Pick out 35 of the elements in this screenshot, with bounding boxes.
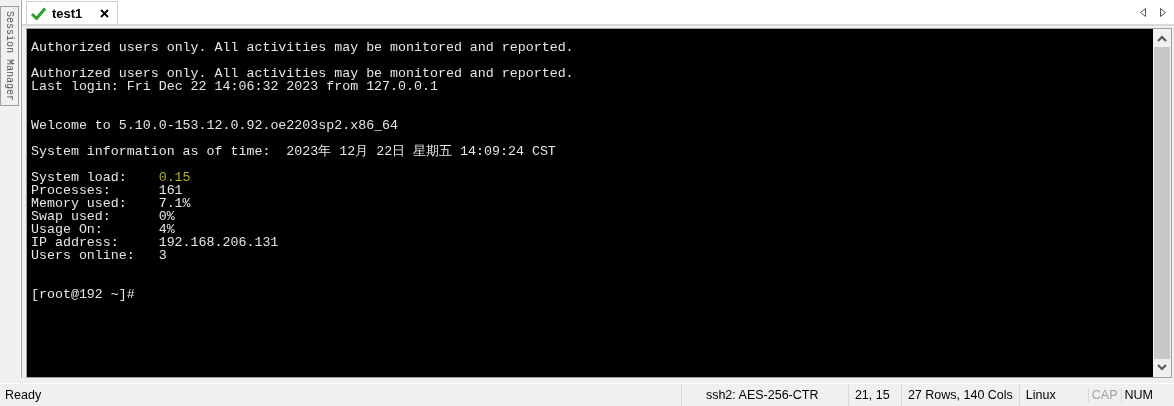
terminal-line: Authorized users only. All activities may be monitored and reported.	[31, 40, 574, 55]
terminal-line: Welcome to 5.10.0-153.12.0.92.oe2203sp2.x86_64	[31, 118, 399, 133]
status-message: Ready	[4, 387, 43, 404]
scroll-up-icon[interactable]	[1157, 35, 1167, 43]
cursor-position: 21, 15	[847, 384, 901, 406]
stat-value: 0%	[158, 209, 175, 224]
key-indicator: NUM	[1120, 388, 1156, 402]
scroll-left-icon[interactable]	[1140, 7, 1146, 17]
stat-label: Users online:	[31, 249, 136, 262]
stat-value: 4%	[158, 222, 175, 237]
stat-value: 3	[158, 248, 167, 263]
stat-value: 161	[158, 183, 183, 198]
os-type: Linux	[1018, 384, 1088, 406]
key-indicator: CAP	[1087, 388, 1121, 402]
stat-label: Usage On:	[31, 223, 103, 236]
stat-label: Processes:	[31, 184, 112, 197]
scroll-right-icon[interactable]	[1160, 7, 1166, 17]
terminal-line: Authorized users only. All activities may be monitored and reported.	[31, 66, 574, 81]
stat-value: 0.15	[158, 170, 191, 185]
session-tab[interactable]: test1	[26, 1, 119, 24]
session-manager-tab[interactable]: Session Manager	[0, 6, 19, 106]
terminal-line: Last login: Fri Dec 22 14:06:32 2023 from 127.0.0.1	[31, 79, 438, 94]
stat-label: System load:	[31, 171, 128, 184]
stat-label: Memory used:	[31, 197, 128, 210]
stat-label: IP address:	[31, 236, 120, 249]
terminal-screen[interactable]	[27, 29, 1153, 377]
stat-value: 7.1%	[158, 196, 191, 211]
stat-label: Swap used:	[31, 210, 112, 223]
cipher-info: ssh2: AES-256-CTR	[680, 384, 848, 406]
close-icon[interactable]	[100, 8, 110, 18]
scroll-down-icon[interactable]	[1157, 363, 1167, 371]
terminal-line: [root@192 ~]#	[31, 287, 135, 302]
terminal-line: System information as of time: 2023年 12月 22日 星期五 14:09:24 CST	[31, 144, 556, 159]
terminal-size: 27 Rows, 140 Cols	[900, 384, 1019, 406]
stat-value: 192.168.206.131	[158, 235, 279, 250]
